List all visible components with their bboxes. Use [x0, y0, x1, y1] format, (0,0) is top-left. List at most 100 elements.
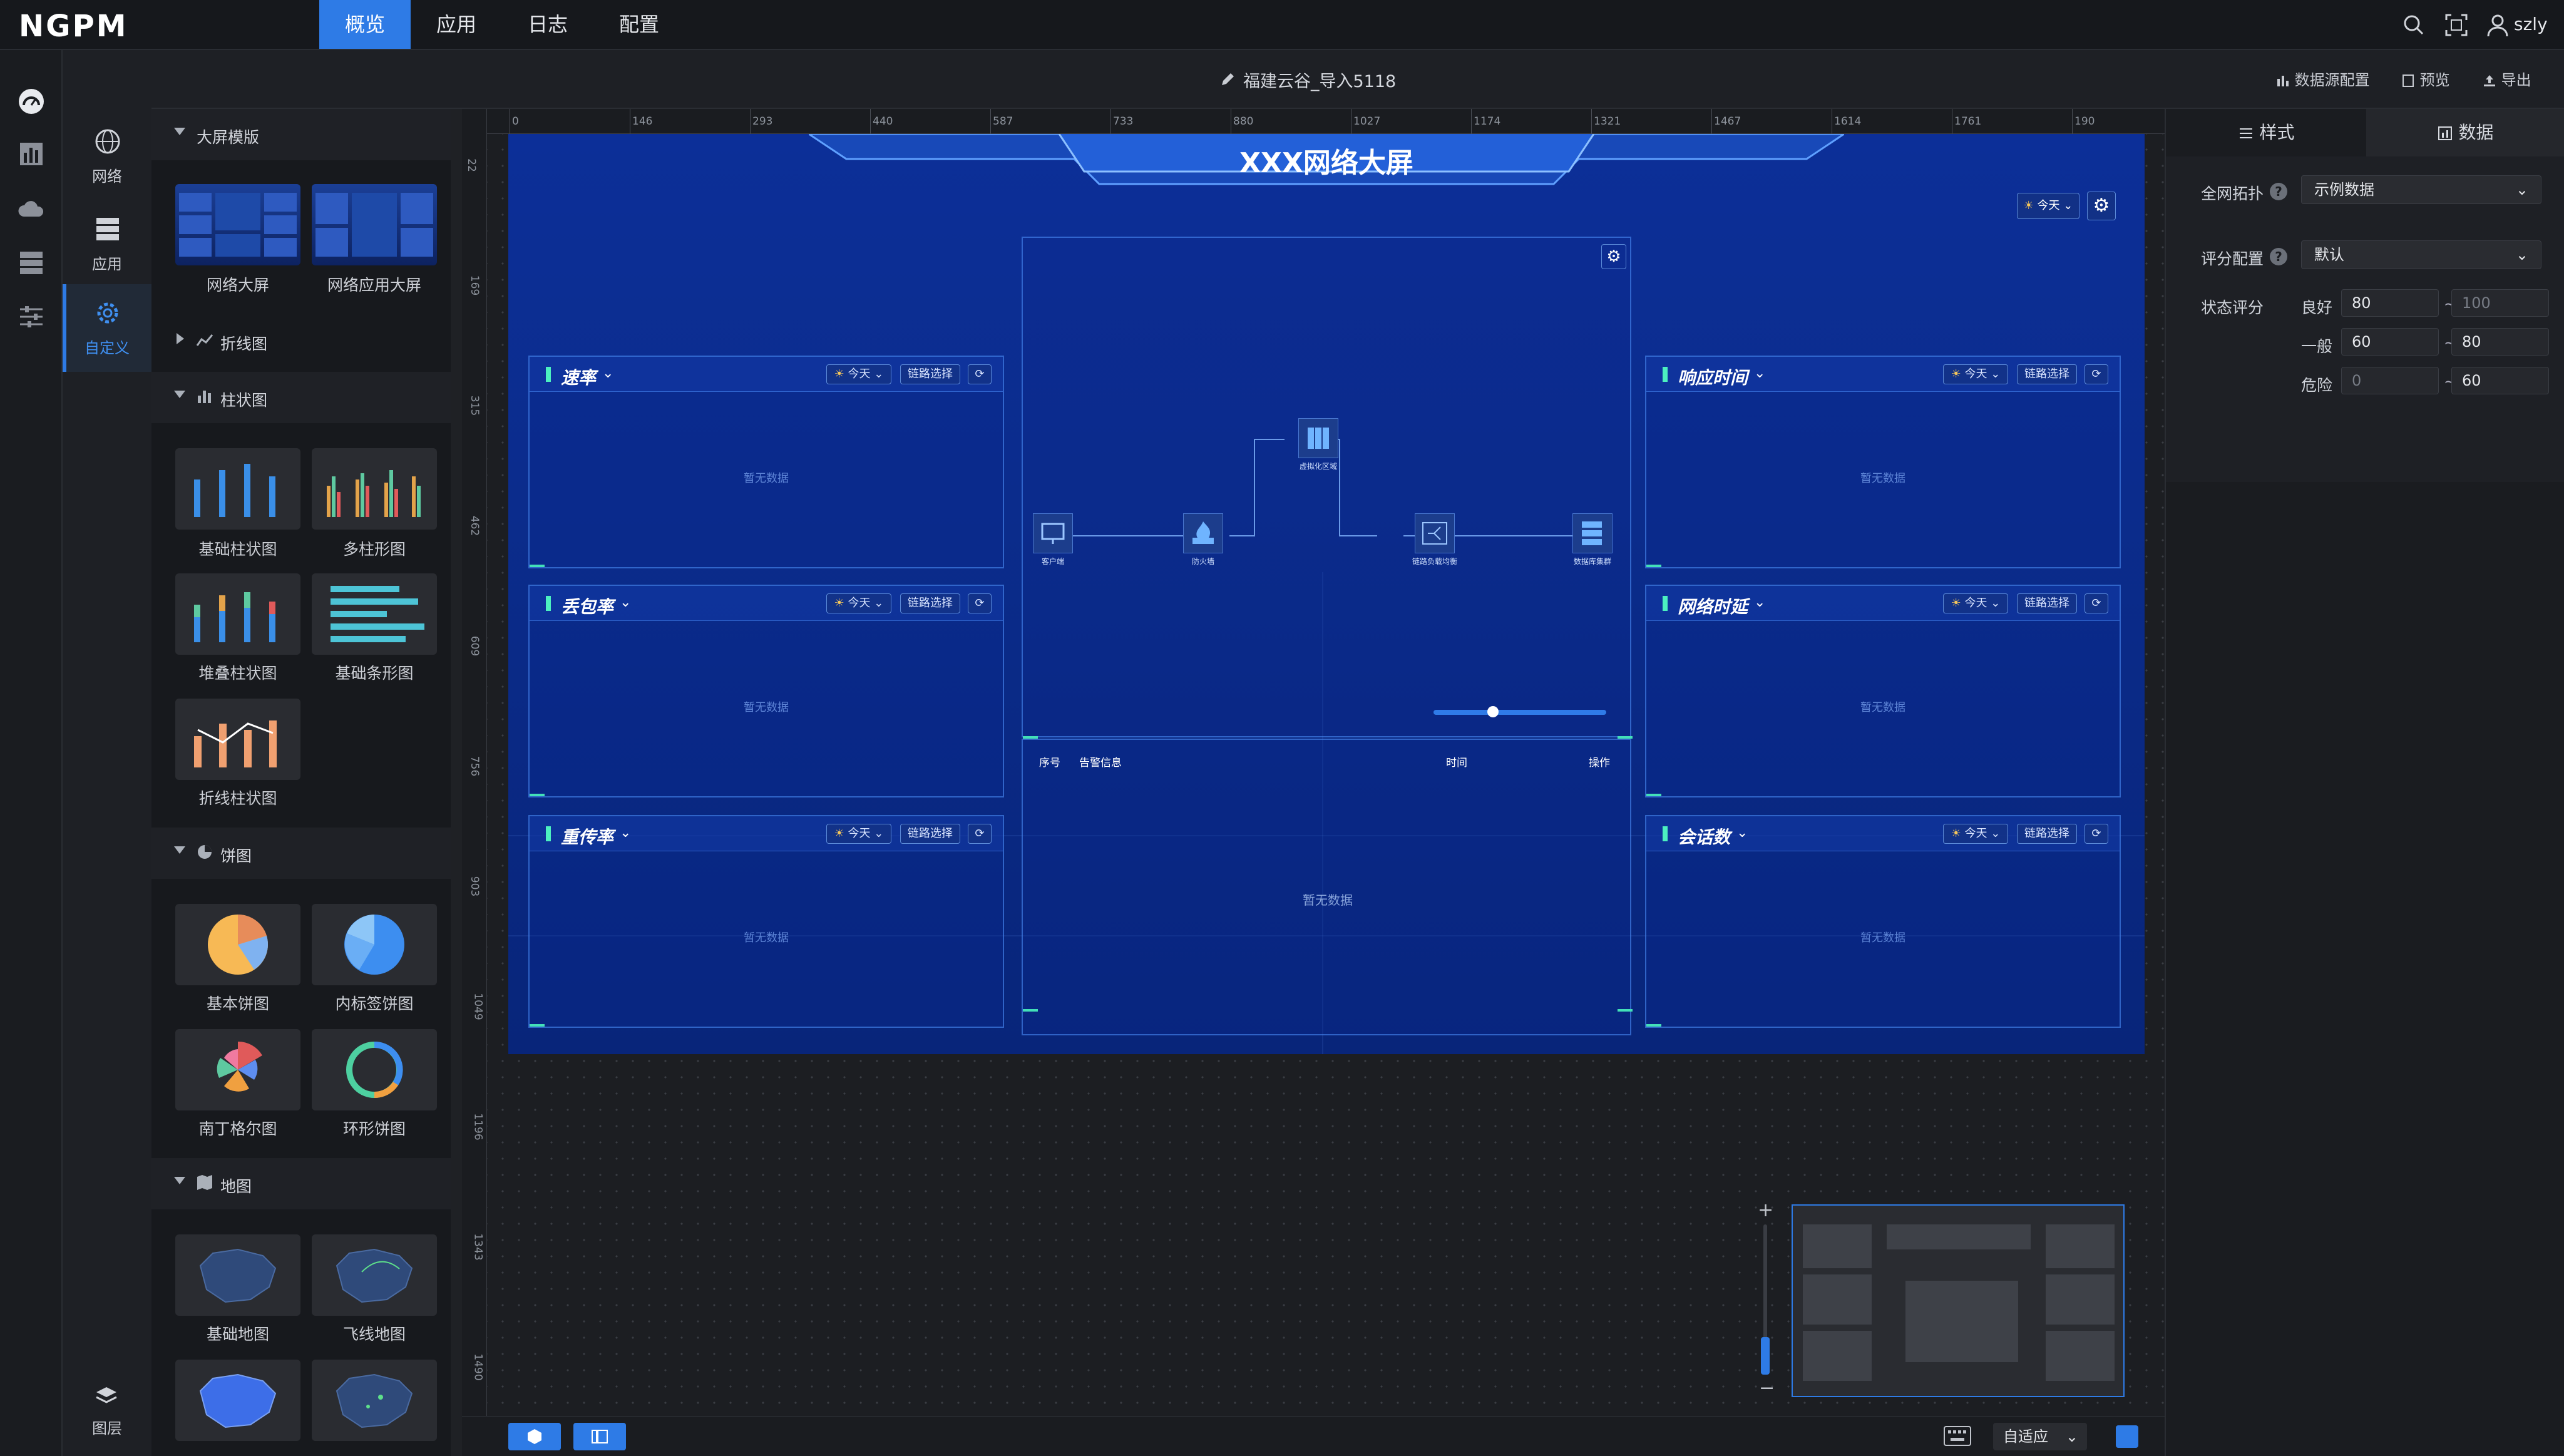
link-select-button[interactable]: 链路选择 — [2017, 364, 2077, 384]
search-icon[interactable] — [2401, 13, 2426, 38]
section-templates[interactable]: 大屏模版 — [151, 109, 462, 160]
map-thumb-basic[interactable] — [175, 1234, 300, 1316]
refresh-icon[interactable]: ⟳ — [2085, 364, 2108, 384]
section-line[interactable]: 折线图 — [151, 315, 462, 367]
chevron-down-icon[interactable]: ⌄ — [1754, 366, 1765, 381]
zoom-out-icon[interactable]: − — [1759, 1377, 1775, 1399]
map-thumb-scatter[interactable] — [312, 1360, 437, 1441]
widget-network-latency[interactable]: 网络时延 ⌄ ☀ 今天 ⌄ 链路选择 ⟳ 暂无数据 — [1645, 585, 2121, 797]
tab-data[interactable]: 数据 — [2366, 109, 2564, 156]
chevron-down-icon[interactable]: ⌄ — [620, 825, 631, 841]
date-select[interactable]: ☀ 今天 ⌄ — [826, 364, 891, 384]
topology-select[interactable]: 示例数据 ⌄ — [2301, 175, 2541, 204]
date-select[interactable]: ☀ 今天 ⌄ — [1943, 593, 2008, 613]
topology-widget[interactable]: ⚙ 客户端 防火墙 虚拟化区域 链路负载均衡 数据库集群 — [1022, 237, 1633, 739]
chart-thumb-stacked-bar[interactable] — [175, 573, 300, 655]
link-select-button[interactable]: 链路选择 — [2017, 824, 2077, 844]
map-thumb-flyline[interactable] — [312, 1234, 437, 1316]
tab-style[interactable]: 样式 — [2166, 109, 2366, 156]
template-thumb-network-app[interactable] — [312, 184, 437, 265]
chart-thumb-basic-pie[interactable] — [175, 904, 300, 985]
chart-thumb-basic-bar[interactable] — [175, 448, 300, 530]
username[interactable]: szly — [2514, 14, 2548, 34]
nav-tab-overview[interactable]: 概览 — [319, 0, 411, 49]
chart-thumb-multi-bar[interactable] — [312, 448, 437, 530]
refresh-icon[interactable]: ⟳ — [968, 824, 992, 844]
level-good-to[interactable]: 100 — [2451, 289, 2549, 317]
link-select-button[interactable]: 链路选择 — [900, 593, 960, 613]
chart-icon[interactable] — [16, 139, 46, 169]
fullscreen-icon[interactable] — [2444, 13, 2469, 38]
panel-scrollbar[interactable] — [451, 109, 462, 1456]
widget-response-time[interactable]: 响应时间 ⌄ ☀ 今天 ⌄ 链路选择 ⟳ 暂无数据 — [1645, 356, 2121, 568]
node-firewall-icon[interactable] — [1183, 513, 1223, 553]
fit-select[interactable]: 自适应 ⌄ — [1993, 1423, 2087, 1450]
node-lb-icon[interactable] — [1415, 513, 1455, 553]
fullscreen-icon[interactable] — [2116, 1425, 2138, 1448]
dashboard-icon[interactable] — [16, 86, 46, 116]
section-map[interactable]: 地图 — [151, 1158, 462, 1209]
view-3d-button[interactable] — [508, 1423, 561, 1450]
widget-retransmit[interactable]: 重传率 ⌄ ☀ 今天 ⌄ 链路选择 ⟳ 暂无数据 — [528, 815, 1004, 1028]
widget-sessions[interactable]: 会话数 ⌄ ☀ 今天 ⌄ 链路选择 ⟳ 暂无数据 — [1645, 815, 2121, 1028]
server-icon[interactable] — [16, 248, 46, 278]
canvas-zoom-thumb[interactable] — [1761, 1337, 1770, 1375]
settings-icon[interactable]: ⚙ — [2087, 192, 2116, 220]
alert-table[interactable]: 序号 告警信息 时间 操作 暂无数据 — [1022, 739, 1633, 1035]
link-select-button[interactable]: 链路选择 — [900, 824, 960, 844]
cloud-icon[interactable] — [16, 194, 46, 224]
date-select[interactable]: ☀ 今天 ⌄ — [826, 824, 891, 844]
link-select-button[interactable]: 链路选择 — [2017, 593, 2077, 613]
chevron-down-icon[interactable]: ⌄ — [602, 366, 613, 381]
template-thumb-network[interactable] — [175, 184, 300, 265]
document-title[interactable]: 福建云谷_导入5118 — [1243, 68, 1396, 92]
layers-button[interactable]: 图层 — [63, 1371, 151, 1452]
level-good-from[interactable]: 80 — [2341, 289, 2439, 317]
widget-title[interactable]: 响应时间 — [1678, 364, 1748, 389]
chevron-down-icon[interactable]: ⌄ — [620, 595, 631, 610]
chart-thumb-line-bar[interactable] — [175, 699, 300, 780]
preview-button[interactable]: 预览 — [2401, 68, 2450, 90]
view-panel-button[interactable] — [573, 1423, 626, 1450]
zoom-slider-thumb[interactable] — [1487, 706, 1499, 717]
category-network[interactable]: 网络 — [63, 113, 151, 194]
category-apps[interactable]: 应用 — [63, 200, 151, 282]
widget-packet-loss[interactable]: 丢包率 ⌄ ☀ 今天 ⌄ 链路选择 ⟳ 暂无数据 — [528, 585, 1004, 797]
widget-title[interactable]: 会话数 — [1678, 824, 1730, 849]
chevron-down-icon[interactable]: ⌄ — [1736, 825, 1748, 841]
datasource-config-button[interactable]: 数据源配置 — [2276, 68, 2382, 90]
section-pie[interactable]: 饼图 — [151, 828, 462, 879]
date-select[interactable]: ☀ 今天 ⌄ — [1943, 364, 2008, 384]
zoom-in-icon[interactable]: + — [1758, 1199, 1773, 1221]
chart-thumb-inner-label-pie[interactable] — [312, 904, 437, 985]
node-client-icon[interactable] — [1033, 513, 1073, 553]
level-normal-to[interactable]: 80 — [2451, 328, 2549, 356]
level-danger-to[interactable]: 60 — [2451, 367, 2549, 394]
help-icon[interactable]: ? — [2270, 183, 2287, 200]
chart-thumb-donut[interactable] — [312, 1029, 437, 1110]
refresh-icon[interactable]: ⟳ — [2085, 824, 2108, 844]
nav-tab-config[interactable]: 配置 — [593, 0, 685, 49]
chart-thumb-basic-hbar[interactable] — [312, 573, 437, 655]
node-virtual-icon[interactable] — [1298, 418, 1338, 458]
chevron-down-icon[interactable]: ⌄ — [1754, 595, 1765, 610]
node-db-icon[interactable] — [1572, 513, 1613, 553]
nav-tab-logs[interactable]: 日志 — [502, 0, 593, 49]
link-select-button[interactable]: 链路选择 — [900, 364, 960, 384]
global-date-select[interactable]: ☀ 今天 ⌄ — [2017, 193, 2079, 219]
nav-tab-apps[interactable]: 应用 — [411, 0, 502, 49]
chart-thumb-nightingale[interactable] — [175, 1029, 300, 1110]
refresh-icon[interactable]: ⟳ — [968, 364, 992, 384]
widget-title[interactable]: 网络时延 — [1678, 593, 1748, 618]
widget-title[interactable]: 丢包率 — [561, 593, 613, 618]
dashboard-canvas[interactable]: XXX网络大屏 ☀ 今天 ⌄ ⚙ ⚙ 客户端 防火墙 虚拟化区域 链路负载均衡 … — [508, 134, 2145, 1054]
sliders-icon[interactable] — [16, 302, 46, 332]
date-select[interactable]: ☀ 今天 ⌄ — [826, 593, 891, 613]
level-danger-from[interactable]: 0 — [2341, 367, 2439, 394]
level-normal-from[interactable]: 60 — [2341, 328, 2439, 356]
keyboard-icon[interactable] — [1943, 1425, 1972, 1447]
zoom-slider[interactable] — [1433, 710, 1606, 715]
widget-title[interactable]: 速率 — [561, 364, 596, 389]
dashboard-title[interactable]: XXX网络大屏 — [1201, 140, 1452, 180]
map-thumb-heat[interactable] — [175, 1360, 300, 1441]
